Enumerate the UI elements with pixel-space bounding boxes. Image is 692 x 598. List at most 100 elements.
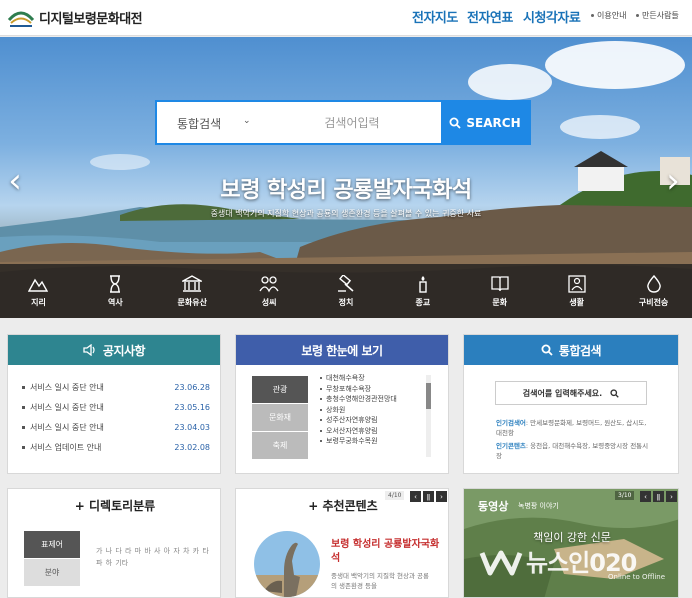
next-icon[interactable]: › bbox=[436, 491, 447, 502]
list-item[interactable]: 성주산자연휴양림 bbox=[320, 415, 412, 426]
video-page-counter: 3/10 bbox=[615, 491, 635, 500]
list-item[interactable]: 상화원 bbox=[320, 405, 412, 416]
search-input[interactable] bbox=[267, 108, 437, 138]
glance-scrollbar[interactable] bbox=[426, 375, 431, 457]
nav-audiovisual[interactable]: 시청각자료 bbox=[523, 7, 581, 26]
notice-item-date: 23.04.03 bbox=[174, 422, 210, 432]
search-category-select[interactable]: 통합검색 bbox=[177, 115, 221, 132]
search-button[interactable]: SEARCH bbox=[441, 102, 529, 143]
hero-title[interactable]: 보령 학성리 공룡발자국화석 bbox=[0, 172, 692, 204]
list-item[interactable]: 보령무궁화수목원 bbox=[320, 436, 412, 447]
notice-item-title: 서비스 일시 중단 안내 bbox=[22, 382, 104, 393]
video-panel[interactable]: 동영상 녹병팡 이야기 3/10 ‹ ǁ › 책임이 강한 신문 뉴스인020 … bbox=[463, 488, 679, 598]
category-history[interactable]: 역사 bbox=[77, 264, 154, 318]
hero-subtitle: 중생대 백악기의 지질학 현상과 공룡의 생존환경 등을 살펴볼 수 있는 귀중… bbox=[210, 209, 482, 218]
tab-cultural-property[interactable]: 문화재 bbox=[252, 404, 308, 431]
recommend-page-counter: 4/10 bbox=[385, 491, 405, 500]
category-label: 문화 bbox=[492, 297, 508, 307]
prev-icon[interactable]: ‹ bbox=[410, 491, 421, 502]
dinosaur-thumbnail-image[interactable] bbox=[254, 531, 320, 597]
notice-item[interactable]: 서비스 업데이트 안내 23.02.08 bbox=[22, 437, 210, 457]
mountain-icon bbox=[28, 278, 49, 292]
category-heritage[interactable]: 문화유산 bbox=[154, 264, 231, 318]
book-icon bbox=[491, 275, 509, 291]
temple-icon bbox=[182, 274, 203, 292]
notice-item-title: 서비스 일시 중단 안내 bbox=[22, 422, 104, 433]
gavel-icon bbox=[338, 274, 354, 292]
notice-item[interactable]: 서비스 일시 중단 안내 23.05.16 bbox=[22, 397, 210, 417]
category-label: 생활 bbox=[569, 297, 585, 307]
list-item[interactable]: 오서산자연휴양림 bbox=[320, 426, 412, 437]
speaker-icon bbox=[83, 344, 95, 356]
notice-item-date: 23.06.28 bbox=[174, 382, 210, 392]
recommend-item-title[interactable]: 보령 학성리 공룡발자국화석 bbox=[331, 538, 443, 566]
category-oral-tradition[interactable]: 구비전승 bbox=[615, 264, 692, 318]
category-label: 지리 bbox=[31, 297, 46, 307]
category-religion[interactable]: 종교 bbox=[384, 264, 461, 318]
tab-festival[interactable]: 축제 bbox=[252, 432, 308, 459]
next-icon[interactable]: › bbox=[666, 491, 677, 502]
index-letters[interactable]: 가 나 다 라 마 바 사 아 자 차 카 타 파 하 기타 bbox=[96, 545, 214, 569]
video-caption: 녹병팡 이야기 bbox=[518, 502, 559, 510]
search-panel: 통합검색 검색어를 입력해주세요. 인기검색어: 만세보령문화제, 보령머드, … bbox=[463, 334, 679, 474]
nav-chronology[interactable]: 전자연표 bbox=[467, 7, 513, 26]
popular-contents[interactable]: 인기콘텐츠: 웅천읍, 대천해수욕장, 보령중앙시장 전통시장 bbox=[496, 441, 654, 461]
pause-icon[interactable]: ǁ bbox=[653, 491, 664, 502]
search-icon bbox=[449, 117, 462, 129]
list-item[interactable]: 충청수영해안경관전망대 bbox=[320, 394, 412, 405]
category-geography[interactable]: 지리 bbox=[0, 264, 77, 318]
category-label: 정치 bbox=[338, 297, 354, 307]
recommend-item-desc: 중생대 백악기의 지질학 현상과 공룡의 생존환경 등을 bbox=[331, 572, 429, 590]
util-guide-link[interactable]: 이용안내 bbox=[591, 10, 626, 21]
list-item[interactable]: 대천해수욕장 bbox=[320, 373, 412, 384]
video-watermark-sub: Online to Offline bbox=[608, 573, 666, 581]
util-makers-link[interactable]: 만든사람들 bbox=[636, 10, 679, 21]
notice-header[interactable]: 공지사항 bbox=[8, 335, 220, 365]
search-icon bbox=[541, 344, 553, 356]
category-culture[interactable]: 문화 bbox=[461, 264, 538, 318]
nav-electronic-map[interactable]: 전자지도 bbox=[412, 7, 458, 26]
category-surnames[interactable]: 성씨 bbox=[231, 264, 308, 318]
notice-title: 공지사항 bbox=[102, 343, 146, 358]
search-icon[interactable] bbox=[610, 388, 619, 398]
chevron-down-icon[interactable]: ⌄ bbox=[243, 116, 251, 126]
popular-keywords-label: 인기검색어 bbox=[496, 419, 526, 427]
directory-title[interactable]: + 디렉토리분류 bbox=[8, 497, 222, 514]
popular-keywords[interactable]: 인기검색어: 만세보령문화제, 보령머드, 원산도, 삽시도, 대천항 bbox=[496, 418, 654, 438]
panel-search-placeholder: 검색어를 입력해주세요. bbox=[522, 388, 603, 398]
person-frame-icon bbox=[568, 274, 586, 293]
water-drop-icon bbox=[646, 274, 661, 293]
search-button-label: SEARCH bbox=[466, 115, 521, 130]
notice-item-title: 서비스 일시 중단 안내 bbox=[22, 402, 104, 413]
logo-icon[interactable] bbox=[7, 6, 35, 28]
tab-headword[interactable]: 표제어 bbox=[24, 531, 80, 558]
category-label: 역사 bbox=[107, 297, 123, 307]
recommend-panel: + 추천콘텐츠 4/10 ‹ ǁ › 보령 학성리 공룡발자국화석 중생대 백악… bbox=[235, 488, 449, 598]
glance-panel: 보령 한눈에 보기 관광 문화재 축제 대천해수욕장 무창포해수욕장 충청수영해… bbox=[235, 334, 449, 474]
category-bar: 지리 역사 문화유산 성씨 정치 종교 문화 생활 구비전승 bbox=[0, 264, 692, 318]
header: 디지털보령문화대전 전자지도 전자연표 시청각자료 이용안내 만든사람들 bbox=[0, 0, 692, 36]
scrollbar-thumb[interactable] bbox=[426, 383, 431, 409]
prev-icon[interactable]: ‹ bbox=[640, 491, 651, 502]
glance-header[interactable]: 보령 한눈에 보기 bbox=[236, 335, 448, 365]
list-item[interactable]: 무창포해수욕장 bbox=[320, 384, 412, 395]
notice-list: 서비스 일시 중단 안내 23.06.28 서비스 일시 중단 안내 23.05.1… bbox=[8, 365, 220, 457]
news-logo-icon bbox=[479, 550, 523, 576]
notice-panel: 공지사항 서비스 일시 중단 안내 23.06.28 서비스 일시 중단 안내 23… bbox=[7, 334, 221, 474]
site-title[interactable]: 디지털보령문화대전 bbox=[39, 8, 143, 27]
video-title: 동영상 bbox=[478, 500, 509, 513]
notice-item[interactable]: 서비스 일시 중단 안내 23.06.28 bbox=[22, 377, 210, 397]
popular-contents-label: 인기콘텐츠 bbox=[496, 442, 526, 450]
hero-search-box: 통합검색 ⌄ SEARCH bbox=[155, 100, 531, 145]
notice-item[interactable]: 서비스 일시 중단 안내 23.04.03 bbox=[22, 417, 210, 437]
people-icon bbox=[259, 275, 279, 292]
glance-list: 대천해수욕장 무창포해수욕장 충청수영해안경관전망대 상화원 성주산자연휴양림 … bbox=[320, 373, 412, 459]
panel-search-field[interactable]: 검색어를 입력해주세요. bbox=[495, 381, 647, 405]
tab-field[interactable]: 분야 bbox=[24, 559, 80, 586]
category-life[interactable]: 생활 bbox=[538, 264, 615, 318]
category-label: 종교 bbox=[415, 297, 431, 307]
pause-icon[interactable]: ǁ bbox=[423, 491, 434, 502]
category-politics[interactable]: 정치 bbox=[308, 264, 385, 318]
search-panel-header[interactable]: 통합검색 bbox=[464, 335, 678, 365]
tab-tourism[interactable]: 관광 bbox=[252, 376, 308, 403]
